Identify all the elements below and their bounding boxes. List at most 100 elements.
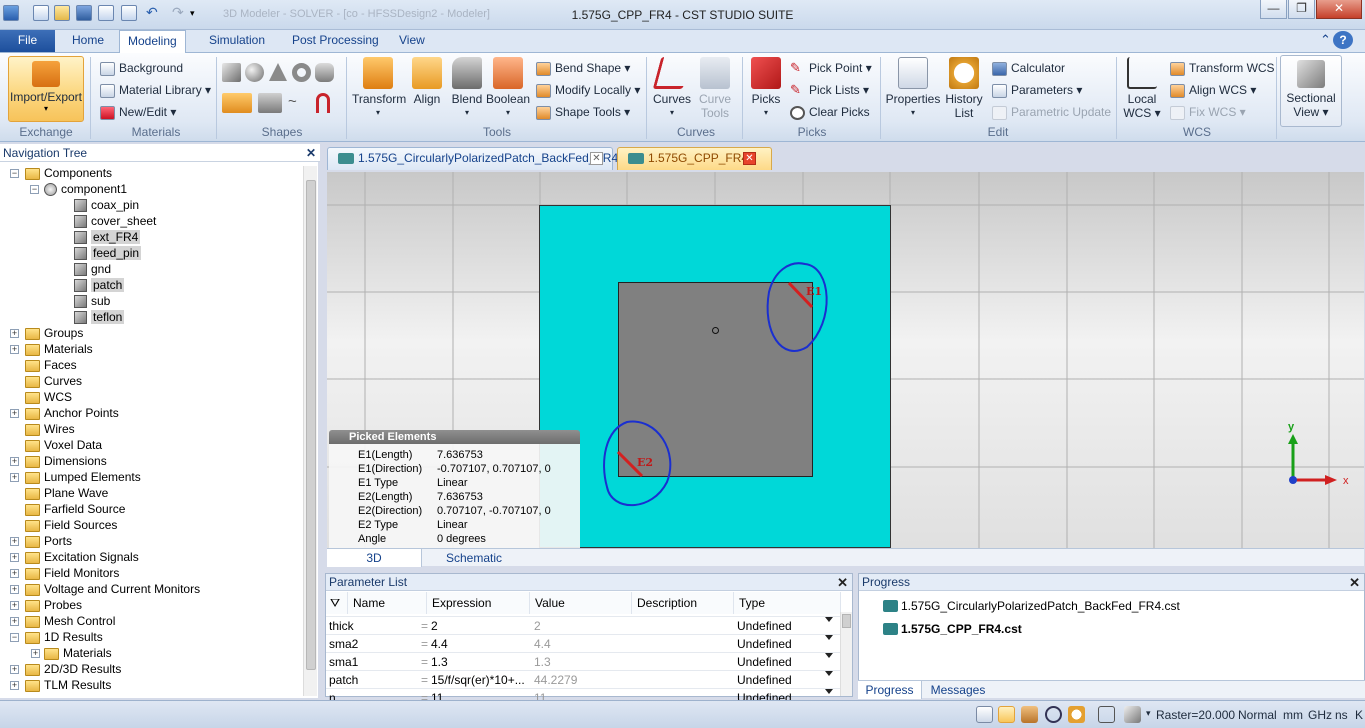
background-button[interactable]: Background <box>100 59 183 77</box>
tree-item-folder[interactable]: Curves <box>25 373 82 389</box>
rotate-view-icon[interactable] <box>1021 706 1038 723</box>
tree-item-folder[interactable]: Groups <box>25 325 83 341</box>
loft-icon[interactable]: ~ <box>288 93 304 113</box>
type-dropdown-icon[interactable] <box>825 617 833 622</box>
tree-item-solid[interactable]: sub <box>74 293 110 309</box>
dropdown-arrow-icon[interactable]: ▾ <box>1146 708 1151 719</box>
param-type[interactable]: Undefined <box>737 635 792 653</box>
tree-item-solid[interactable]: cover_sheet <box>74 213 156 229</box>
tab-simulation[interactable]: Simulation <box>201 30 273 52</box>
tree-item-1d-materials[interactable]: + Materials <box>31 645 112 661</box>
tree-item-solid[interactable]: gnd <box>74 261 111 277</box>
tree-item-solid[interactable]: ext_FR4 <box>74 229 141 245</box>
expand-icon[interactable]: + <box>10 585 19 594</box>
parameter-row[interactable]: sma2 = 4.4 4.4 Undefined <box>326 634 841 652</box>
help-icon[interactable]: ? <box>1333 31 1353 49</box>
tree-item-folder[interactable]: Lumped Elements <box>25 469 141 485</box>
expand-icon[interactable]: + <box>10 569 19 578</box>
shape-tools-button[interactable]: Shape Tools ▾ <box>536 103 630 121</box>
param-expression[interactable]: 4.4 <box>431 635 448 653</box>
tab-messages[interactable]: Messages <box>924 681 992 699</box>
tree-item-folder[interactable]: Anchor Points <box>25 405 119 421</box>
cone-icon[interactable] <box>269 63 287 81</box>
tree-item-folder[interactable]: Field Sources <box>25 517 117 533</box>
tree-item-folder[interactable]: Dimensions <box>25 453 107 469</box>
doc-tab-backfed[interactable]: 1.575G_CircularlyPolarizedPatch_BackFed_… <box>327 147 618 170</box>
filter-icon[interactable]: ⛛ <box>326 592 348 614</box>
fix-wcs-button[interactable]: Fix WCS ▾ <box>1170 103 1246 121</box>
tab-file[interactable]: File <box>0 30 55 52</box>
brick-icon[interactable] <box>222 63 241 82</box>
picks-button[interactable]: Picks ▾ <box>748 57 784 120</box>
maximize-button[interactable]: ❐ <box>1288 0 1315 19</box>
align-button[interactable]: Align <box>408 57 446 106</box>
param-expression[interactable]: 2 <box>431 617 438 635</box>
parameters-button[interactable]: Parameters ▾ <box>992 81 1082 99</box>
pick-point-button[interactable]: ✎ Pick Point ▾ <box>790 59 872 77</box>
tree-item-folder[interactable]: Field Monitors <box>25 565 119 581</box>
parametric-update-button[interactable]: Parametric Update <box>992 103 1111 121</box>
transform-wcs-button[interactable]: Transform WCS <box>1170 59 1275 77</box>
tab-progress[interactable]: Progress <box>858 681 922 699</box>
import-export-button[interactable]: Import/Export ▾ <box>8 56 84 122</box>
properties-button[interactable]: Properties ▾ <box>884 57 942 120</box>
type-dropdown-icon[interactable] <box>825 671 833 676</box>
type-dropdown-icon[interactable] <box>825 635 833 640</box>
tab-home[interactable]: Home <box>64 30 112 52</box>
tab-3d[interactable]: 3D <box>327 549 422 567</box>
close-parameter-list-icon[interactable]: ✕ <box>837 574 848 591</box>
expand-icon[interactable]: + <box>10 409 19 418</box>
tree-item-folder[interactable]: 2D/3D Results <box>25 661 121 677</box>
type-dropdown-icon[interactable] <box>825 653 833 658</box>
view-options-icon[interactable] <box>1124 706 1141 723</box>
parameter-row[interactable]: sma1 = 1.3 1.3 Undefined <box>326 652 841 670</box>
expand-icon[interactable]: + <box>10 457 19 466</box>
tab-view[interactable]: View <box>391 30 433 52</box>
tree-item-solid[interactable]: teflon <box>74 309 125 325</box>
expand-icon[interactable]: + <box>10 473 19 482</box>
param-type[interactable]: Undefined <box>737 653 792 671</box>
calculator-button[interactable]: Calculator <box>992 59 1065 77</box>
tree-item-folder[interactable]: TLM Results <box>25 677 111 693</box>
tree-item-folder[interactable]: Farfield Source <box>25 501 125 517</box>
tree-item-folder[interactable]: 1D Results <box>25 629 103 645</box>
parameter-row[interactable]: patch = 15/f/sqr(er)*10+... 44.2279 Undefine… <box>326 670 841 688</box>
history-list-button[interactable]: History List <box>944 57 984 120</box>
sweep-icon[interactable] <box>316 93 330 113</box>
sectional-view-button[interactable]: Sectional View ▾ <box>1280 55 1342 127</box>
tree-item-folder[interactable]: Voxel Data <box>25 437 102 453</box>
type-dropdown-icon[interactable] <box>825 689 833 694</box>
progress-file-item[interactable]: 1.575G_CircularlyPolarizedPatch_BackFed_… <box>883 597 1180 615</box>
parameter-row[interactable]: thick = 2 2 Undefined <box>326 616 841 634</box>
tree-item-folder[interactable]: Plane Wave <box>25 485 108 501</box>
align-wcs-button[interactable]: Align WCS ▾ <box>1170 81 1256 99</box>
doc-tab-cpp[interactable]: 1.575G_CPP_FR4* ✕ <box>617 147 772 170</box>
tree-item-components[interactable]: Components <box>25 165 112 181</box>
extrude-icon[interactable] <box>222 93 252 113</box>
transform-button[interactable]: Transform ▾ <box>352 57 406 120</box>
expand-icon[interactable]: + <box>10 681 19 690</box>
tab-schematic[interactable]: Schematic <box>424 549 524 567</box>
expand-icon[interactable]: + <box>10 329 19 338</box>
expand-icon[interactable]: + <box>10 665 19 674</box>
close-window-button[interactable]: ✕ <box>1316 0 1362 19</box>
column-header-description[interactable]: Description <box>632 592 734 614</box>
blend-button[interactable]: Blend ▾ <box>448 57 486 120</box>
tree-item-folder[interactable]: Ports <box>25 533 72 549</box>
tree-item-folder[interactable]: WCS <box>25 389 72 405</box>
column-header-type[interactable]: Type <box>734 592 841 614</box>
expand-icon[interactable]: + <box>10 345 19 354</box>
pick-lists-button[interactable]: ✎ Pick Lists ▾ <box>790 81 869 99</box>
param-expression[interactable]: 15/f/sqr(er)*10+... <box>431 671 525 689</box>
tab-modeling[interactable]: Modeling <box>119 30 186 53</box>
column-header-value[interactable]: Value <box>530 592 632 614</box>
new-edit-material-button[interactable]: New/Edit ▾ <box>100 103 176 121</box>
param-expression[interactable]: 1.3 <box>431 653 448 671</box>
param-type[interactable]: Undefined <box>737 617 792 635</box>
collapse-icon[interactable]: − <box>10 169 19 178</box>
curve-tools-button[interactable]: Curve Tools <box>696 57 734 120</box>
expand-icon[interactable]: + <box>10 537 19 546</box>
material-library-button[interactable]: Material Library ▾ <box>100 81 211 99</box>
sphere-icon[interactable] <box>245 63 264 82</box>
clear-picks-button[interactable]: Clear Picks <box>790 103 870 121</box>
